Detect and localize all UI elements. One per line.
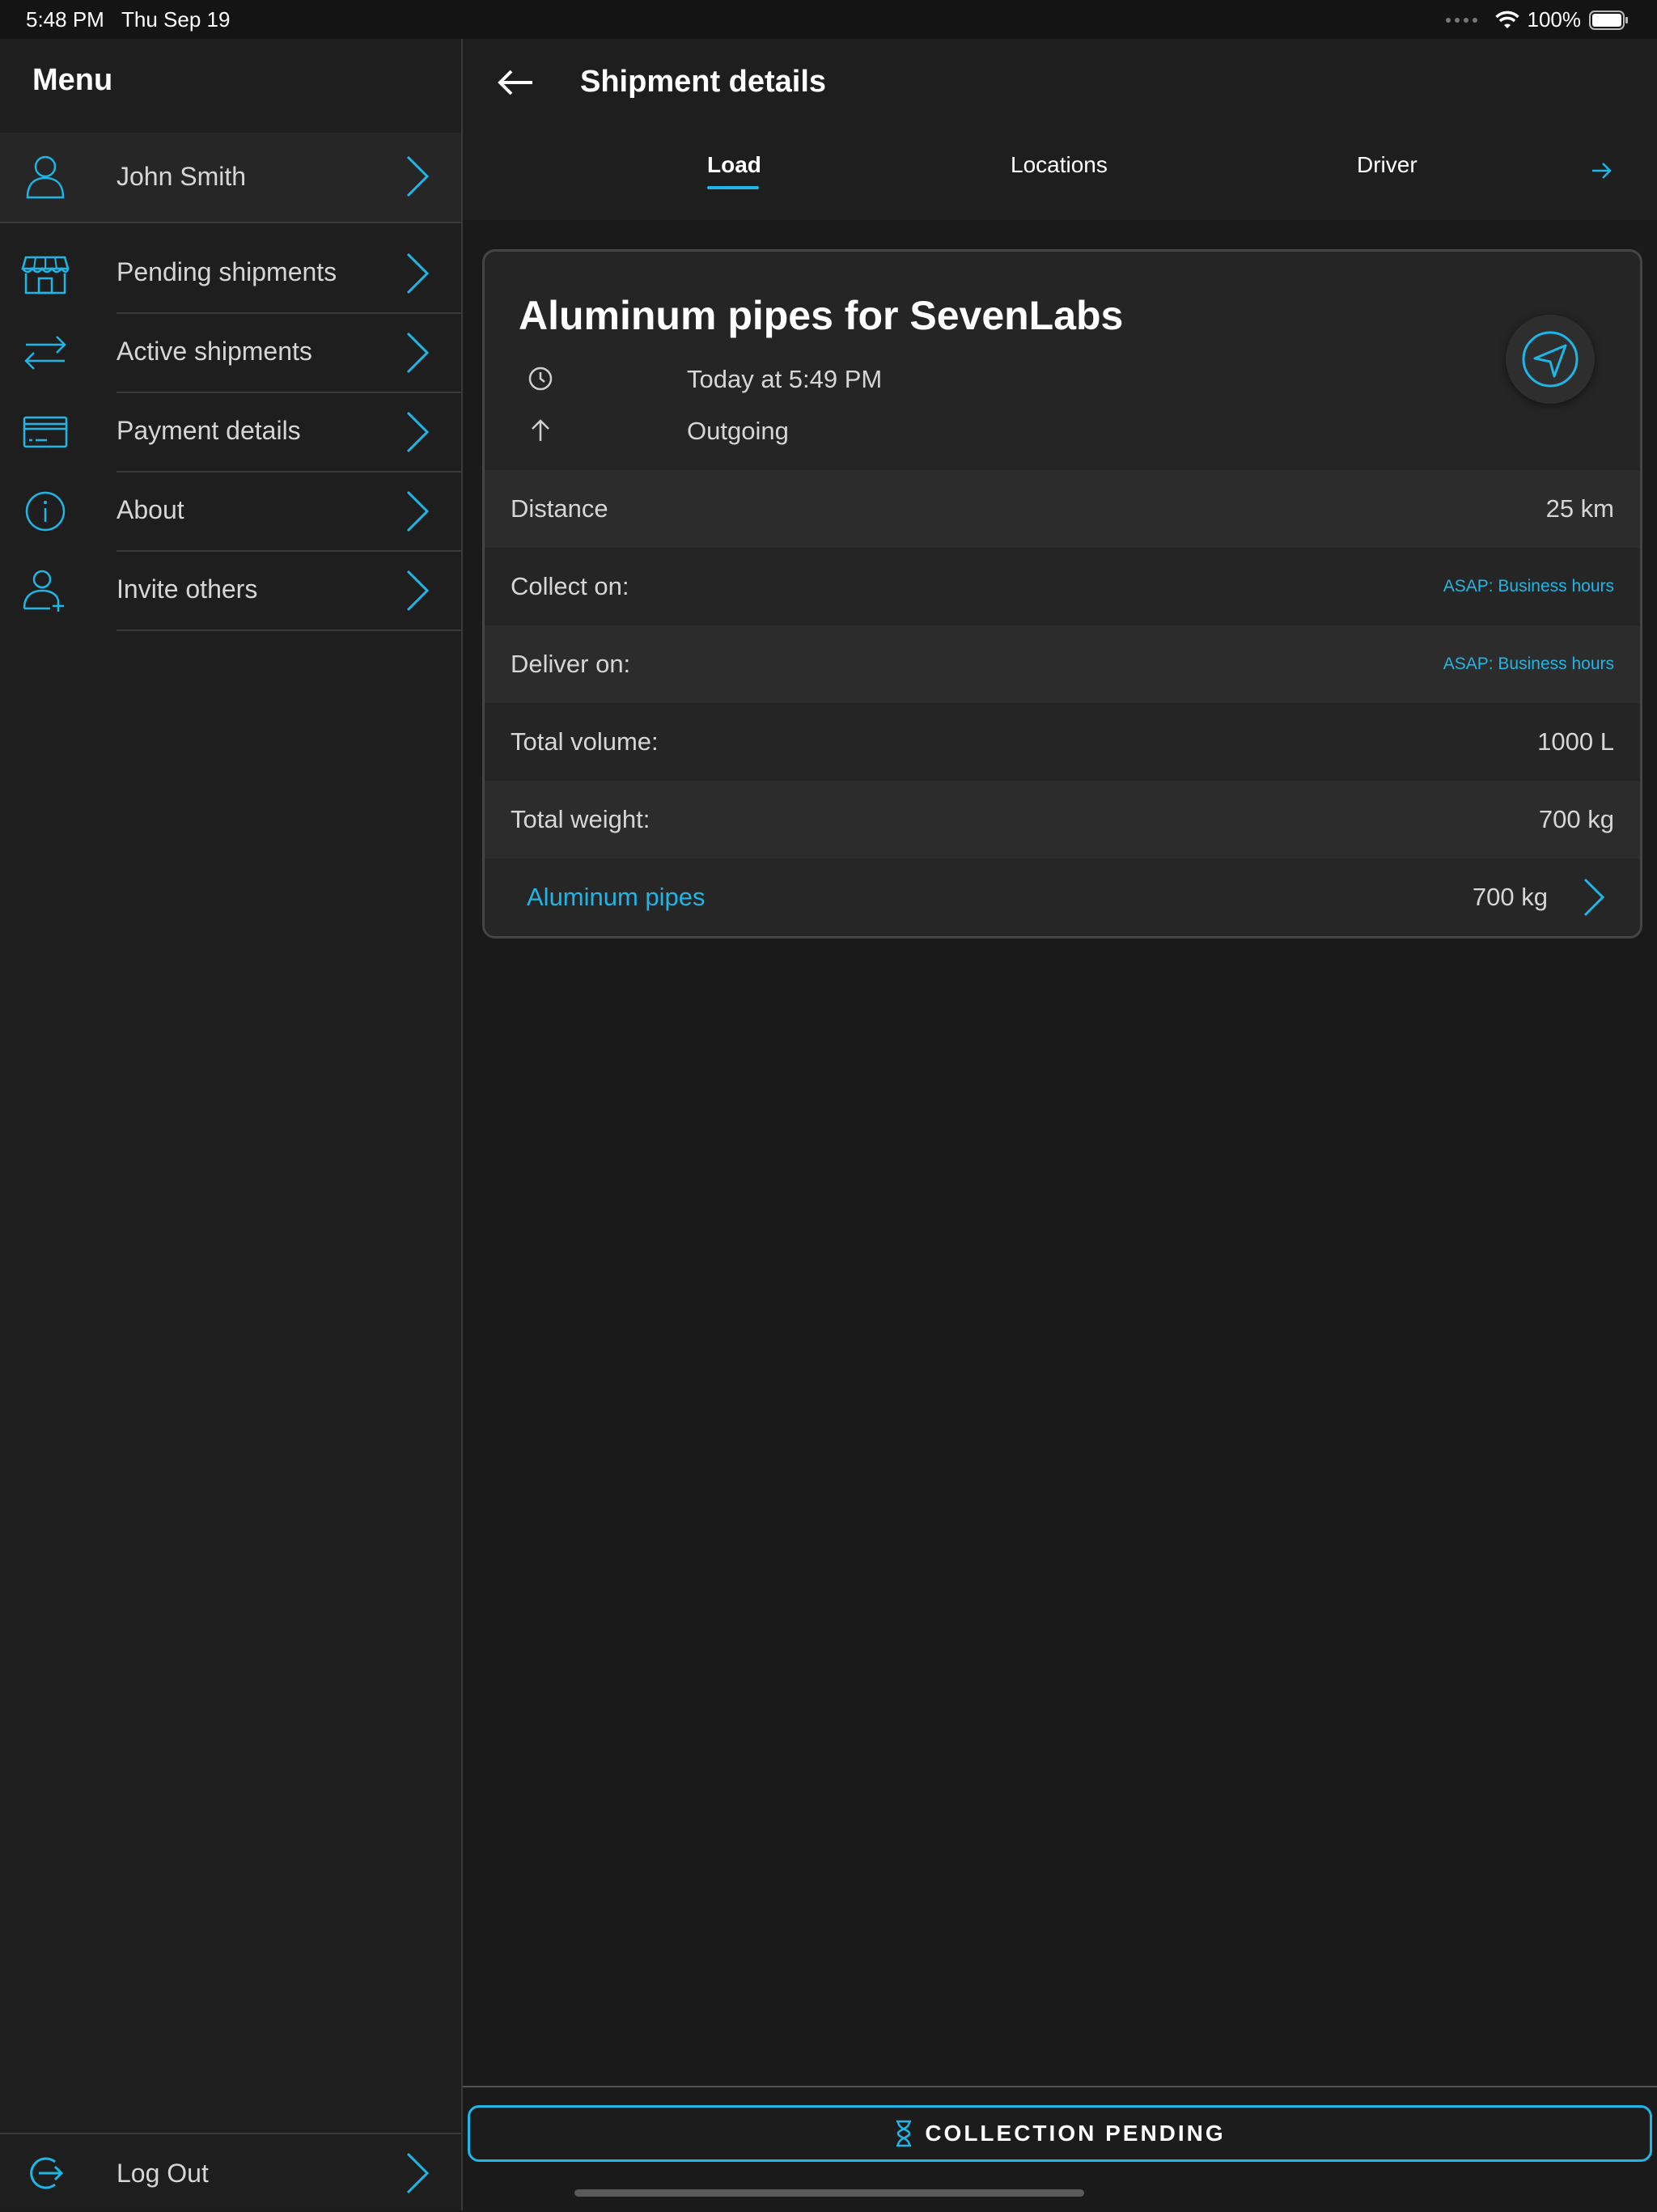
battery-percent: 100% (1527, 7, 1582, 32)
menu-item-label: Payment details (117, 416, 301, 445)
logout-icon (30, 2157, 64, 2189)
chevron-right-icon (406, 490, 430, 532)
detail-label: Deliver on: (511, 650, 631, 678)
shipment-card: Aluminum pipes for SevenLabs Today at 5:… (482, 249, 1642, 939)
wifi-icon (1494, 11, 1519, 28)
arrow-up-icon (532, 419, 549, 441)
card-icon (23, 416, 68, 448)
divider (463, 2086, 1657, 2087)
detail-label: Collect on: (511, 572, 629, 600)
add-user-icon (23, 570, 64, 612)
detail-value: ASAP: Business hours (1443, 577, 1614, 595)
load-item-row[interactable]: Aluminum pipes 700 kg (485, 858, 1640, 936)
menu-title: Menu (32, 63, 113, 97)
logout-row[interactable]: Log Out (0, 2133, 461, 2212)
clock-icon (528, 367, 553, 391)
battery-icon (1589, 10, 1628, 30)
tab-locations[interactable]: Locations (1011, 152, 1108, 178)
status-bar: 5:48 PM Thu Sep 19 100% (0, 0, 1657, 39)
chevron-right-icon (406, 252, 430, 295)
chevron-right-icon (406, 2152, 430, 2194)
status-date: Thu Sep 19 (121, 7, 231, 32)
chevron-right-icon (406, 332, 430, 374)
detail-value: 700 kg (1538, 805, 1614, 833)
back-arrow-icon[interactable] (492, 63, 537, 102)
logout-label: Log Out (117, 2159, 209, 2188)
detail-row-total-volume: Total volume: 1000 L (485, 703, 1640, 781)
load-item-name: Aluminum pipes (527, 883, 706, 911)
detail-row-total-weight: Total weight: 700 kg (485, 781, 1640, 858)
detail-value: 1000 L (1537, 727, 1614, 756)
chevron-right-icon (406, 570, 430, 612)
hourglass-icon (896, 2120, 912, 2147)
divider (117, 629, 461, 631)
navigation-icon (1522, 331, 1579, 388)
shipment-direction: Outgoing (687, 417, 789, 445)
arrow-right-icon[interactable] (1587, 159, 1615, 183)
chevron-right-icon (406, 155, 430, 197)
detail-row-distance: Distance 25 km (485, 470, 1640, 548)
profile-row[interactable]: John Smith (0, 133, 461, 223)
sidebar-menu: Menu John Smith Pending shipments Active… (0, 39, 463, 2210)
main-panel: Shipment details Load Locations Driver A… (463, 39, 1657, 2210)
collection-pending-label: COLLECTION PENDING (925, 2121, 1226, 2146)
status-time: 5:48 PM (26, 7, 104, 32)
menu-item-payment-details[interactable]: Payment details (0, 393, 461, 472)
tab-driver[interactable]: Driver (1357, 152, 1418, 178)
profile-name: John Smith (117, 162, 247, 191)
menu-item-label: About (117, 495, 184, 524)
load-item-weight: 700 kg (1472, 883, 1548, 911)
store-icon (21, 256, 70, 295)
chevron-right-icon (406, 411, 430, 453)
detail-value: ASAP: Business hours (1443, 655, 1614, 673)
detail-label: Total volume: (511, 727, 659, 756)
active-tab-indicator (707, 186, 759, 189)
menu-item-active-shipments[interactable]: Active shipments (0, 314, 461, 393)
chevron-right-icon (1583, 878, 1605, 917)
home-indicator[interactable] (574, 2189, 1084, 2197)
detail-row-collect-on: Collect on: ASAP: Business hours (485, 548, 1640, 625)
navigate-button[interactable] (1506, 315, 1595, 404)
menu-item-label: Invite others (117, 574, 258, 604)
shipment-time: Today at 5:49 PM (687, 365, 883, 393)
top-bar: Shipment details Load Locations Driver (463, 39, 1657, 220)
info-icon (25, 491, 66, 532)
menu-item-pending-shipments[interactable]: Pending shipments (0, 235, 461, 314)
swap-arrows-icon (24, 336, 66, 370)
collection-pending-button[interactable]: COLLECTION PENDING (468, 2105, 1652, 2162)
status-indicators: 100% (1445, 7, 1630, 32)
tab-load[interactable]: Load (707, 152, 761, 178)
user-icon (26, 155, 65, 199)
multitasking-dots-icon (1445, 17, 1477, 23)
shipment-title: Aluminum pipes for SevenLabs (519, 293, 1124, 338)
page-title: Shipment details (580, 65, 827, 99)
detail-row-deliver-on: Deliver on: ASAP: Business hours (485, 625, 1640, 703)
detail-label: Total weight: (511, 805, 651, 833)
menu-item-about[interactable]: About (0, 472, 461, 552)
menu-item-invite-others[interactable]: Invite others (0, 552, 461, 631)
menu-item-label: Pending shipments (117, 257, 337, 286)
menu-item-label: Active shipments (117, 337, 312, 366)
detail-value: 25 km (1545, 494, 1614, 523)
detail-label: Distance (511, 494, 608, 523)
